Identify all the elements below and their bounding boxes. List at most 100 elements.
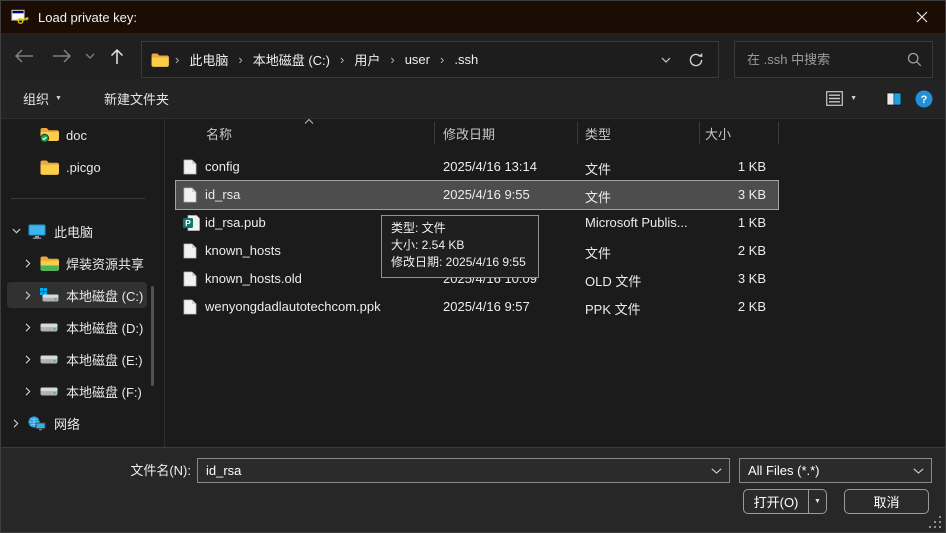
chevron-down-icon[interactable] [913,468,924,474]
sidebar-item-label: 本地磁盘 (F:) [66,382,142,401]
details-view-button[interactable] [826,91,843,106]
column-divider[interactable] [577,122,578,144]
caret-down-icon[interactable]: ▼ [809,498,826,505]
file-size: 3 KB [666,271,766,286]
refresh-icon [688,52,704,68]
sidebar-item-this-pc[interactable]: 此电脑 [1,218,167,244]
column-header-name[interactable]: 名称 [206,124,232,143]
filename-combobox[interactable] [197,458,730,483]
filetype-combobox[interactable]: All Files (*.*) [739,458,932,483]
column-header-type[interactable]: 类型 [585,124,611,143]
file-row-ppk[interactable]: wenyongdadlautotechcom.ppk 2025/4/16 9:5… [176,293,778,321]
chevron-right-icon[interactable] [21,323,35,332]
shared-folder-icon [39,256,59,271]
close-button[interactable] [899,1,945,33]
file-type: 文件 [585,187,611,206]
refresh-button[interactable] [683,47,709,73]
sidebar-item-label: doc [66,128,87,143]
address-dropdown-button[interactable] [653,47,679,73]
file-icon [183,299,197,315]
file-size: 1 KB [666,159,766,174]
column-divider[interactable] [434,122,435,144]
file-size: 2 KB [666,243,766,258]
column-header-size[interactable]: 大小 [705,124,731,143]
content-area: doc .picgo [1,119,945,449]
chevron-right-icon[interactable] [21,291,35,300]
search-input[interactable] [745,51,907,68]
back-button[interactable] [9,41,39,71]
chevron-right-icon[interactable] [21,355,35,364]
resize-grip[interactable] [929,516,942,529]
help-button[interactable]: ? [915,90,933,108]
back-icon [14,49,34,63]
file-type: 文件 [585,243,611,262]
open-button[interactable]: 打开(O) ▼ [743,489,827,514]
chevron-down-icon[interactable] [711,468,722,474]
sidebar-item-picgo[interactable]: .picgo [1,154,193,180]
breadcrumb-ssh[interactable]: .ssh [450,52,482,67]
sidebar-item-shared-folder[interactable]: 焊装资源共享 [1,250,179,276]
file-icon [183,159,197,175]
column-divider[interactable] [778,122,779,144]
column-divider[interactable] [699,122,700,144]
window-title: Load private key: [38,10,137,25]
file-name: id_rsa [205,187,240,202]
help-icon: ? [915,90,933,108]
file-list-header: 名称 修改日期 类型 大小 [166,119,945,147]
organize-button[interactable]: 组织 ▼ [23,89,62,108]
sidebar-item-network[interactable]: 网络 [1,410,167,436]
file-name: id_rsa.pub [205,215,266,230]
disk-icon [39,353,59,365]
tooltip-size-line: 大小: 2.54 KB [391,237,529,254]
column-header-date-modified[interactable]: 修改日期 [443,124,495,143]
file-size: 2 KB [666,299,766,314]
up-button[interactable] [102,41,132,71]
chevron-right-icon[interactable] [21,387,35,396]
file-name: config [205,159,240,174]
new-folder-button[interactable]: 新建文件夹 [104,89,169,108]
svg-text:?: ? [921,94,928,106]
forward-button[interactable] [47,41,77,71]
sidebar-item-label: 焊装资源共享 [66,254,144,273]
file-icon [183,243,197,259]
sidebar-item-label: 网络 [54,414,80,433]
file-name: wenyongdadlautotechcom.ppk [205,299,381,314]
new-folder-label: 新建文件夹 [104,89,169,108]
sidebar-item-label: .picgo [66,160,101,175]
preview-pane-button[interactable] [886,92,902,106]
breadcrumb-user[interactable]: user [401,52,434,67]
breadcrumb-disk-c[interactable]: 本地磁盘 (C:) [249,50,334,69]
breadcrumb-separator: › [236,52,244,67]
cancel-button-label: 取消 [873,492,899,511]
views-dropdown-button[interactable]: ▼ [850,95,857,102]
breadcrumb-separator: › [438,52,446,67]
search-box[interactable] [734,41,933,78]
chevron-down-icon[interactable] [9,228,23,234]
synced-folder-icon [39,127,59,143]
recent-locations-button[interactable] [75,41,105,71]
cancel-button[interactable]: 取消 [844,489,929,514]
file-tooltip: 类型: 文件 大小: 2.54 KB 修改日期: 2025/4/16 9:55 [381,215,539,278]
navigation-bar: › 此电脑 › 本地磁盘 (C:) › 用户 › user › .ssh [1,33,945,79]
file-name: known_hosts.old [205,271,302,286]
disk-icon [39,385,59,397]
filename-input[interactable] [206,463,705,478]
file-icon [183,187,197,203]
sidebar-scrollbar-thumb[interactable] [151,286,154,386]
organize-label: 组织 [23,89,49,108]
toolbar-right-group: ▼ ? [826,79,933,118]
puttygen-key-icon [11,9,29,25]
file-type: OLD 文件 [585,271,641,290]
chevron-right-icon[interactable] [9,419,23,428]
breadcrumb-users[interactable]: 用户 [350,50,384,69]
chevron-right-icon[interactable] [21,259,35,268]
file-row-config[interactable]: config 2025/4/16 13:14 文件 1 KB [176,153,778,181]
breadcrumb-this-pc[interactable]: 此电脑 [185,50,232,69]
breadcrumb-separator: › [338,52,346,67]
tooltip-date-line: 修改日期: 2025/4/16 9:55 [391,254,529,271]
file-row-id-rsa[interactable]: id_rsa 2025/4/16 9:55 文件 3 KB [176,181,778,209]
sidebar-item-doc[interactable]: doc [1,122,193,148]
open-button-label: 打开(O) [744,492,808,511]
address-bar[interactable]: › 此电脑 › 本地磁盘 (C:) › 用户 › user › .ssh [141,41,719,78]
sidebar-item-label: 本地磁盘 (C:) [66,286,143,305]
